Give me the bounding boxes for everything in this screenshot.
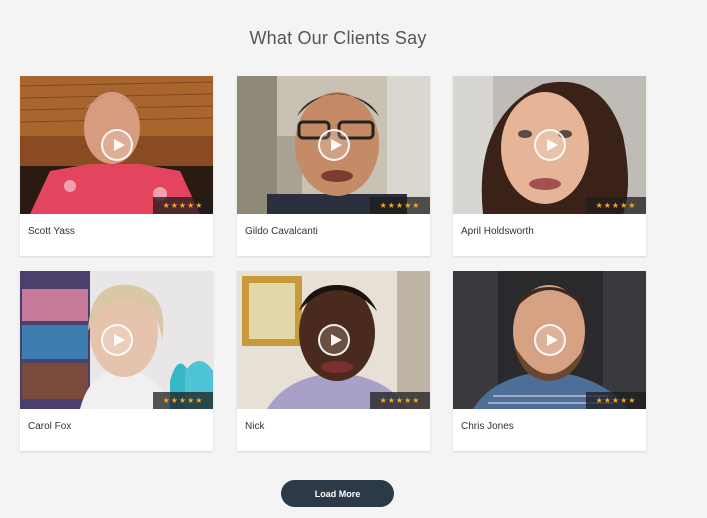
video-thumbnail[interactable]: ★★★★★ <box>237 271 430 409</box>
testimonial-card: ★★★★★ Chris Jones <box>453 271 646 451</box>
rating-stars: ★★★★★ <box>370 392 430 409</box>
video-thumbnail[interactable]: ★★★★★ <box>20 271 213 409</box>
client-name: Chris Jones <box>461 421 514 432</box>
client-name: Scott Yass <box>28 226 75 237</box>
testimonial-card: ★★★★★ Carol Fox <box>20 271 213 451</box>
load-more-button[interactable]: Load More <box>281 480 394 507</box>
rating-stars: ★★★★★ <box>586 197 646 214</box>
play-icon[interactable] <box>100 129 133 161</box>
client-name: Carol Fox <box>28 421 72 432</box>
video-thumbnail[interactable]: ★★★★★ <box>20 76 213 214</box>
play-icon[interactable] <box>533 324 566 356</box>
play-icon[interactable] <box>317 324 350 356</box>
testimonial-card: ★★★★★ Nick <box>237 271 430 451</box>
section-title: What Our Clients Say <box>249 28 427 48</box>
client-name: April Holdsworth <box>461 226 534 237</box>
play-icon[interactable] <box>100 324 133 356</box>
client-name: Gildo Cavalcanti <box>245 226 318 237</box>
play-icon[interactable] <box>317 129 350 161</box>
video-thumbnail[interactable]: ★★★★★ <box>453 76 646 214</box>
video-thumbnail[interactable]: ★★★★★ <box>237 76 430 214</box>
client-name: Nick <box>245 421 265 432</box>
video-thumbnail[interactable]: ★★★★★ <box>453 271 646 409</box>
testimonial-card: ★★★★★ April Holdsworth <box>453 76 646 256</box>
play-icon[interactable] <box>533 129 566 161</box>
testimonial-card: ★★★★★ Scott Yass <box>20 76 213 256</box>
testimonial-card: ★★★★★ Gildo Cavalcanti <box>237 76 430 256</box>
rating-stars: ★★★★★ <box>153 197 213 214</box>
rating-stars: ★★★★★ <box>586 392 646 409</box>
rating-stars: ★★★★★ <box>370 197 430 214</box>
rating-stars: ★★★★★ <box>153 392 213 409</box>
